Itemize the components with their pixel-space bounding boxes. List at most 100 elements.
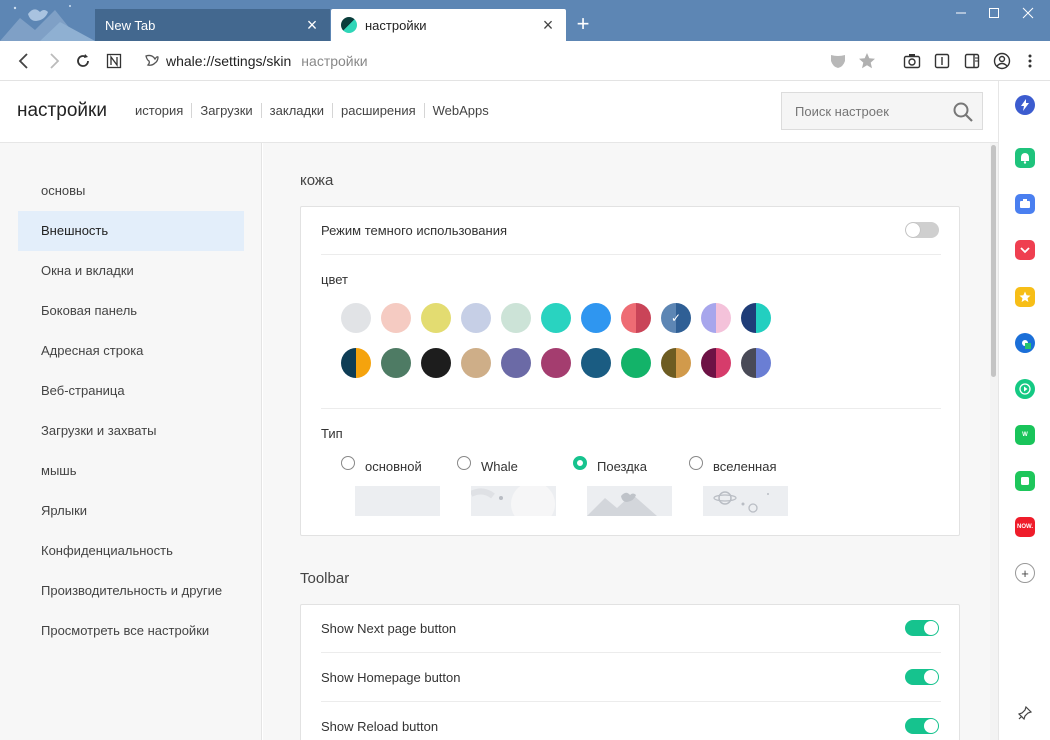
color-swatch[interactable] bbox=[341, 303, 371, 333]
color-swatch[interactable] bbox=[341, 348, 371, 378]
toolbar-card: Show Next page button Show Homepage butt… bbox=[300, 604, 960, 740]
title-bar: New Tab × настройки × + bbox=[0, 0, 1050, 41]
add-sidebar-app-icon[interactable]: + bbox=[1015, 563, 1035, 583]
star-favorites-icon[interactable] bbox=[1015, 287, 1035, 307]
tab-settings[interactable]: настройки × bbox=[331, 9, 566, 41]
reader-icon[interactable] bbox=[930, 50, 954, 72]
search-icon[interactable] bbox=[952, 101, 974, 123]
color-swatch[interactable] bbox=[701, 303, 731, 333]
url-field[interactable]: whale://settings/skin настройки bbox=[144, 53, 368, 69]
type-radio-basic[interactable] bbox=[341, 456, 355, 470]
bell-icon[interactable] bbox=[1015, 148, 1035, 168]
next-page-toggle[interactable] bbox=[905, 620, 939, 636]
pocket-icon[interactable] bbox=[1015, 240, 1035, 260]
settings-sidebar: основы Внешность Окна и вкладки Боковая … bbox=[0, 143, 262, 740]
color-swatch[interactable] bbox=[421, 348, 451, 378]
sidebar-item-mouse[interactable]: мышь bbox=[18, 451, 244, 491]
color-swatch[interactable] bbox=[541, 303, 571, 333]
sidebar-item-appearance[interactable]: Внешность bbox=[18, 211, 244, 251]
tab-new-tab[interactable]: New Tab × bbox=[95, 9, 330, 41]
type-radio-trip[interactable] bbox=[573, 456, 587, 470]
lightning-icon[interactable] bbox=[1015, 95, 1035, 115]
sidebar-item-windows-tabs[interactable]: Окна и вкладки bbox=[18, 251, 244, 291]
profile-icon[interactable] bbox=[990, 50, 1014, 72]
homepage-toggle[interactable] bbox=[905, 669, 939, 685]
color-swatch[interactable] bbox=[381, 348, 411, 378]
reload-icon[interactable] bbox=[71, 50, 95, 72]
color-swatch[interactable] bbox=[621, 348, 651, 378]
camera-icon[interactable] bbox=[900, 50, 924, 72]
toolbar-option-label: Show Next page button bbox=[321, 621, 457, 636]
sidebar-item-all-settings[interactable]: Просмотреть все настройки bbox=[18, 611, 244, 651]
color-swatch[interactable] bbox=[741, 348, 771, 378]
color-swatch[interactable] bbox=[501, 348, 531, 378]
minimize-icon[interactable] bbox=[949, 5, 973, 23]
sidebar-toggle-icon[interactable] bbox=[960, 50, 984, 72]
nav-link-downloads[interactable]: Загрузки bbox=[191, 103, 260, 118]
close-tab-icon[interactable]: × bbox=[302, 15, 322, 35]
color-swatch[interactable] bbox=[461, 303, 491, 333]
reload-toggle[interactable] bbox=[905, 718, 939, 734]
forward-icon[interactable] bbox=[42, 50, 66, 72]
theme-thumbnail-whale[interactable] bbox=[471, 486, 556, 516]
color-swatch[interactable] bbox=[701, 348, 731, 378]
color-swatch[interactable] bbox=[741, 303, 771, 333]
sidebar-item-shortcuts[interactable]: Ярлыки bbox=[18, 491, 244, 531]
color-swatch[interactable] bbox=[501, 303, 531, 333]
color-swatch[interactable]: ✓ bbox=[661, 303, 691, 333]
dark-mode-toggle[interactable] bbox=[905, 222, 939, 238]
color-swatch[interactable] bbox=[541, 348, 571, 378]
right-sidebar: W NOW. + bbox=[998, 81, 1050, 740]
new-tab-plus-icon[interactable]: + bbox=[572, 13, 594, 35]
sidebar-item-privacy[interactable]: Конфиденциальность bbox=[18, 531, 244, 571]
now-icon[interactable]: NOW. bbox=[1015, 517, 1035, 537]
scrollbar[interactable] bbox=[990, 143, 998, 740]
page-title: настройки bbox=[17, 100, 107, 121]
divider bbox=[321, 701, 941, 702]
sidebar-item-downloads-captures[interactable]: Загрузки и захваты bbox=[18, 411, 244, 451]
translate-icon[interactable] bbox=[1015, 333, 1035, 353]
wallet-icon[interactable] bbox=[1015, 194, 1035, 214]
color-swatch[interactable] bbox=[581, 348, 611, 378]
webtoon-icon[interactable]: W bbox=[1015, 425, 1035, 445]
sidebar-item-address-bar[interactable]: Адресная строка bbox=[18, 331, 244, 371]
search-input[interactable] bbox=[795, 103, 945, 119]
menu-more-icon[interactable] bbox=[1018, 50, 1042, 72]
color-swatch[interactable] bbox=[421, 303, 451, 333]
type-radio-whale[interactable] bbox=[457, 456, 471, 470]
sidebar-item-side-panel[interactable]: Боковая панель bbox=[18, 291, 244, 331]
close-tab-icon[interactable]: × bbox=[538, 15, 558, 35]
url-page-title: настройки bbox=[301, 53, 368, 69]
section-title-skin: кожа bbox=[300, 172, 334, 189]
color-swatch[interactable] bbox=[581, 303, 611, 333]
theme-thumbnail-universe[interactable] bbox=[703, 486, 788, 516]
nav-link-extensions[interactable]: расширения bbox=[332, 103, 424, 118]
sidebar-item-performance[interactable]: Производительность и другие bbox=[18, 571, 244, 611]
theme-thumbnail-trip[interactable] bbox=[587, 486, 672, 516]
nav-link-webapps[interactable]: WebApps bbox=[423, 103, 497, 118]
divider bbox=[321, 254, 941, 255]
type-label-universe: вселенная bbox=[713, 459, 777, 474]
shield-icon[interactable] bbox=[826, 50, 850, 72]
notion-icon[interactable] bbox=[102, 50, 126, 72]
sidebar-item-basics[interactable]: основы bbox=[18, 171, 244, 211]
line-icon[interactable] bbox=[1015, 471, 1035, 491]
theme-thumbnail-basic[interactable] bbox=[355, 486, 440, 516]
bookmark-star-icon[interactable] bbox=[855, 50, 879, 72]
back-icon[interactable] bbox=[12, 50, 36, 72]
pin-icon[interactable] bbox=[1015, 703, 1035, 723]
close-window-icon[interactable] bbox=[1016, 5, 1040, 23]
type-label-basic: основной bbox=[365, 459, 422, 474]
color-swatch[interactable] bbox=[461, 348, 491, 378]
color-swatch[interactable] bbox=[381, 303, 411, 333]
sidebar-item-web-page[interactable]: Веб-страница bbox=[18, 371, 244, 411]
color-swatch[interactable] bbox=[621, 303, 651, 333]
scrollbar-thumb[interactable] bbox=[991, 145, 996, 377]
nav-link-history[interactable]: история bbox=[127, 103, 191, 118]
type-radio-universe[interactable] bbox=[689, 456, 703, 470]
nav-link-bookmarks[interactable]: закладки bbox=[260, 103, 332, 118]
play-icon[interactable] bbox=[1015, 379, 1035, 399]
toolbar-option-label: Show Homepage button bbox=[321, 670, 461, 685]
color-swatch[interactable] bbox=[661, 348, 691, 378]
maximize-icon[interactable] bbox=[982, 5, 1006, 23]
